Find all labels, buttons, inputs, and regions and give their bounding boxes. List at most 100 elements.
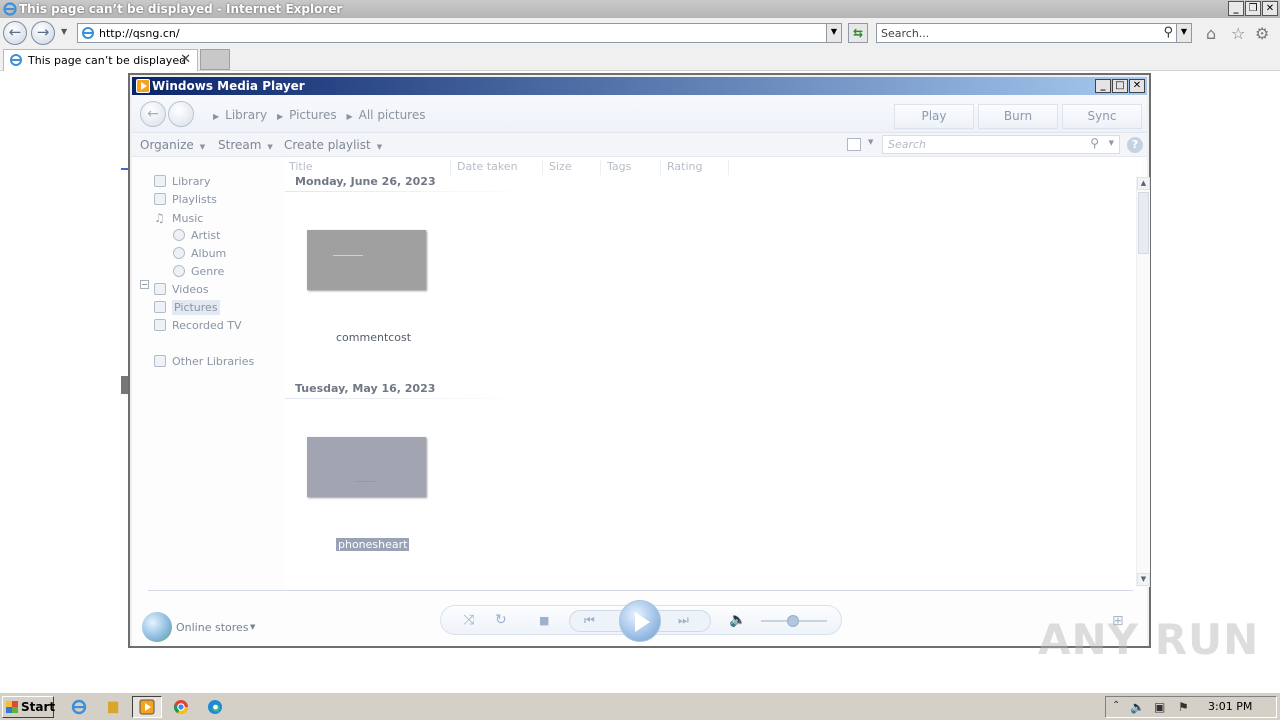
scrollbar-thumb[interactable] (1138, 192, 1149, 254)
nav-album[interactable]: Album (173, 247, 226, 260)
scroll-down-icon[interactable]: ▼ (1137, 573, 1150, 586)
stop-icon[interactable]: ■ (539, 614, 549, 627)
online-stores-dropdown-icon[interactable]: ▼ (250, 623, 255, 631)
forward-button[interactable]: → (31, 21, 55, 45)
burn-tab-button[interactable]: Burn (978, 104, 1058, 129)
address-dropdown-icon[interactable]: ▼ (826, 24, 841, 42)
back-button[interactable]: ← (3, 21, 27, 45)
nav-artist[interactable]: Artist (173, 229, 220, 242)
taskbar-chrome-icon[interactable] (166, 696, 196, 718)
action-center-flag-icon[interactable]: ⚑ (1178, 700, 1189, 714)
video-icon (154, 283, 166, 295)
music-collapse-toggle[interactable]: − (140, 280, 149, 289)
next-icon[interactable]: ⏭ (678, 613, 689, 628)
wmp-window-title: Windows Media Player (152, 79, 305, 93)
column-tags[interactable]: Tags (603, 160, 661, 175)
clock[interactable]: 3:01 PM (1208, 700, 1252, 713)
wmp-minimize-icon[interactable]: _ (1095, 79, 1111, 93)
breadcrumb-pictures[interactable]: Pictures (289, 108, 337, 122)
library-search-input[interactable]: Search ⚲ ▼ (882, 135, 1120, 154)
column-rating[interactable]: Rating (663, 160, 729, 175)
network-tray-icon[interactable]: ▣ (1154, 700, 1165, 714)
home-icon[interactable]: ⌂ (1206, 24, 1216, 43)
view-options-dropdown-icon[interactable]: ▼ (868, 138, 873, 146)
repeat-icon[interactable]: ↻ (495, 612, 507, 628)
view-options-icon[interactable] (847, 138, 861, 151)
picture-thumbnail[interactable] (307, 230, 426, 290)
library-search-icon[interactable]: ⚲ (1090, 136, 1099, 150)
anyrun-watermark: ANY RUN (1038, 615, 1260, 664)
column-date-taken[interactable]: Date taken (453, 160, 543, 175)
previous-icon[interactable]: ⏮ (584, 613, 595, 628)
media-player-icon (136, 79, 150, 93)
wmp-close-icon[interactable]: ✕ (1129, 79, 1145, 93)
tools-gear-icon[interactable]: ⚙ (1255, 24, 1269, 43)
show-hidden-icons-icon[interactable]: ⌃ (1112, 700, 1120, 711)
tab-title: This page can’t be displayed (28, 54, 187, 67)
taskbar-internet-explorer-icon[interactable] (64, 696, 94, 718)
date-group-header[interactable]: Monday, June 26, 2023 (295, 175, 436, 188)
nav-videos-label: Videos (172, 283, 209, 296)
nav-recorded-tv[interactable]: Recorded TV (154, 319, 242, 332)
favorites-star-icon[interactable]: ☆ (1231, 24, 1245, 43)
date-group-header[interactable]: Tuesday, May 16, 2023 (295, 382, 435, 395)
scroll-up-icon[interactable]: ▲ (1137, 177, 1150, 190)
search-dropdown-icon[interactable]: ▼ (1176, 24, 1191, 42)
create-playlist-menu[interactable]: Create playlist ▼ (284, 138, 382, 152)
ie-search-placeholder: Search... (881, 27, 930, 40)
wmp-forward-button[interactable] (168, 101, 194, 127)
help-icon[interactable]: ? (1127, 137, 1143, 153)
ie-window-title: This page can’t be displayed - Internet … (19, 2, 343, 16)
wmp-maximize-icon[interactable]: □ (1112, 79, 1128, 93)
nav-playlists[interactable]: Playlists (154, 193, 217, 206)
history-dropdown-icon[interactable]: ▼ (61, 27, 67, 36)
nav-music[interactable]: ♫ Music (154, 211, 203, 225)
taskbar-edge-icon[interactable] (200, 696, 230, 718)
wmp-back-button[interactable]: ← (140, 101, 166, 127)
minimize-icon[interactable]: _ (1228, 1, 1244, 16)
picture-title-selected[interactable]: phonesheart (336, 538, 410, 551)
play-tab-button[interactable]: Play (894, 104, 974, 129)
volume-icon[interactable]: 🔈 (729, 612, 746, 628)
ie-navigation-bar: ← → ▼ http://qsng.cn/ ▼ ⇆ Search... ⚲ ▼ … (0, 18, 1280, 48)
play-button[interactable] (619, 600, 661, 642)
shuffle-icon[interactable]: ⤨ (463, 612, 474, 628)
volume-slider-knob[interactable] (787, 615, 799, 627)
nav-other-libraries-label: Other Libraries (172, 355, 255, 368)
ie-search-box[interactable]: Search... ⚲ ▼ (876, 23, 1192, 43)
column-title[interactable]: Title (285, 160, 451, 175)
vertical-scrollbar[interactable]: ▲ ▼ (1136, 177, 1150, 587)
library-search-placeholder: Search (888, 138, 927, 151)
new-tab-button[interactable] (200, 49, 230, 70)
organize-menu[interactable]: Organize ▼ (140, 138, 205, 152)
breadcrumb-all-pictures[interactable]: All pictures (359, 108, 426, 122)
column-size[interactable]: Size (545, 160, 601, 175)
nav-videos[interactable]: Videos (154, 283, 209, 296)
playback-controls: ⤨ ↻ ■ ⏮ ⏭ 🔈 (440, 600, 842, 642)
stream-menu[interactable]: Stream ▼ (218, 138, 273, 152)
picture-title[interactable]: commentcost (336, 331, 411, 344)
ie-title-bar: This page can’t be displayed - Internet … (0, 0, 1280, 18)
column-header: Title Date taken Size Tags Rating (285, 157, 1130, 175)
taskbar-media-player-icon[interactable] (132, 696, 162, 718)
address-bar[interactable]: http://qsng.cn/ ▼ (77, 23, 842, 43)
refresh-button[interactable]: ⇆ (848, 23, 868, 43)
picture-thumbnail[interactable] (307, 437, 426, 497)
volume-tray-icon[interactable]: 🔈 (1130, 700, 1145, 714)
restore-icon[interactable]: ❐ (1245, 1, 1261, 16)
tab-current[interactable]: This page can’t be displayed ✕ (3, 49, 198, 71)
nav-other-libraries[interactable]: Other Libraries (154, 355, 254, 368)
nav-genre[interactable]: Genre (173, 265, 224, 278)
genre-icon (173, 265, 185, 277)
close-icon[interactable]: ✕ (1262, 1, 1278, 16)
tab-close-icon[interactable]: ✕ (180, 52, 191, 67)
nav-pictures[interactable]: Pictures (154, 300, 220, 315)
taskbar-file-explorer-icon[interactable]: ▆ (98, 696, 128, 718)
artist-icon (173, 229, 185, 241)
library-search-dropdown-icon[interactable]: ▼ (1109, 139, 1114, 147)
start-button[interactable]: Start (2, 696, 55, 718)
sync-tab-button[interactable]: Sync (1062, 104, 1142, 129)
search-icon[interactable]: ⚲ (1163, 25, 1173, 40)
breadcrumb-library[interactable]: Library (225, 108, 267, 122)
nav-library[interactable]: Library (154, 175, 210, 188)
